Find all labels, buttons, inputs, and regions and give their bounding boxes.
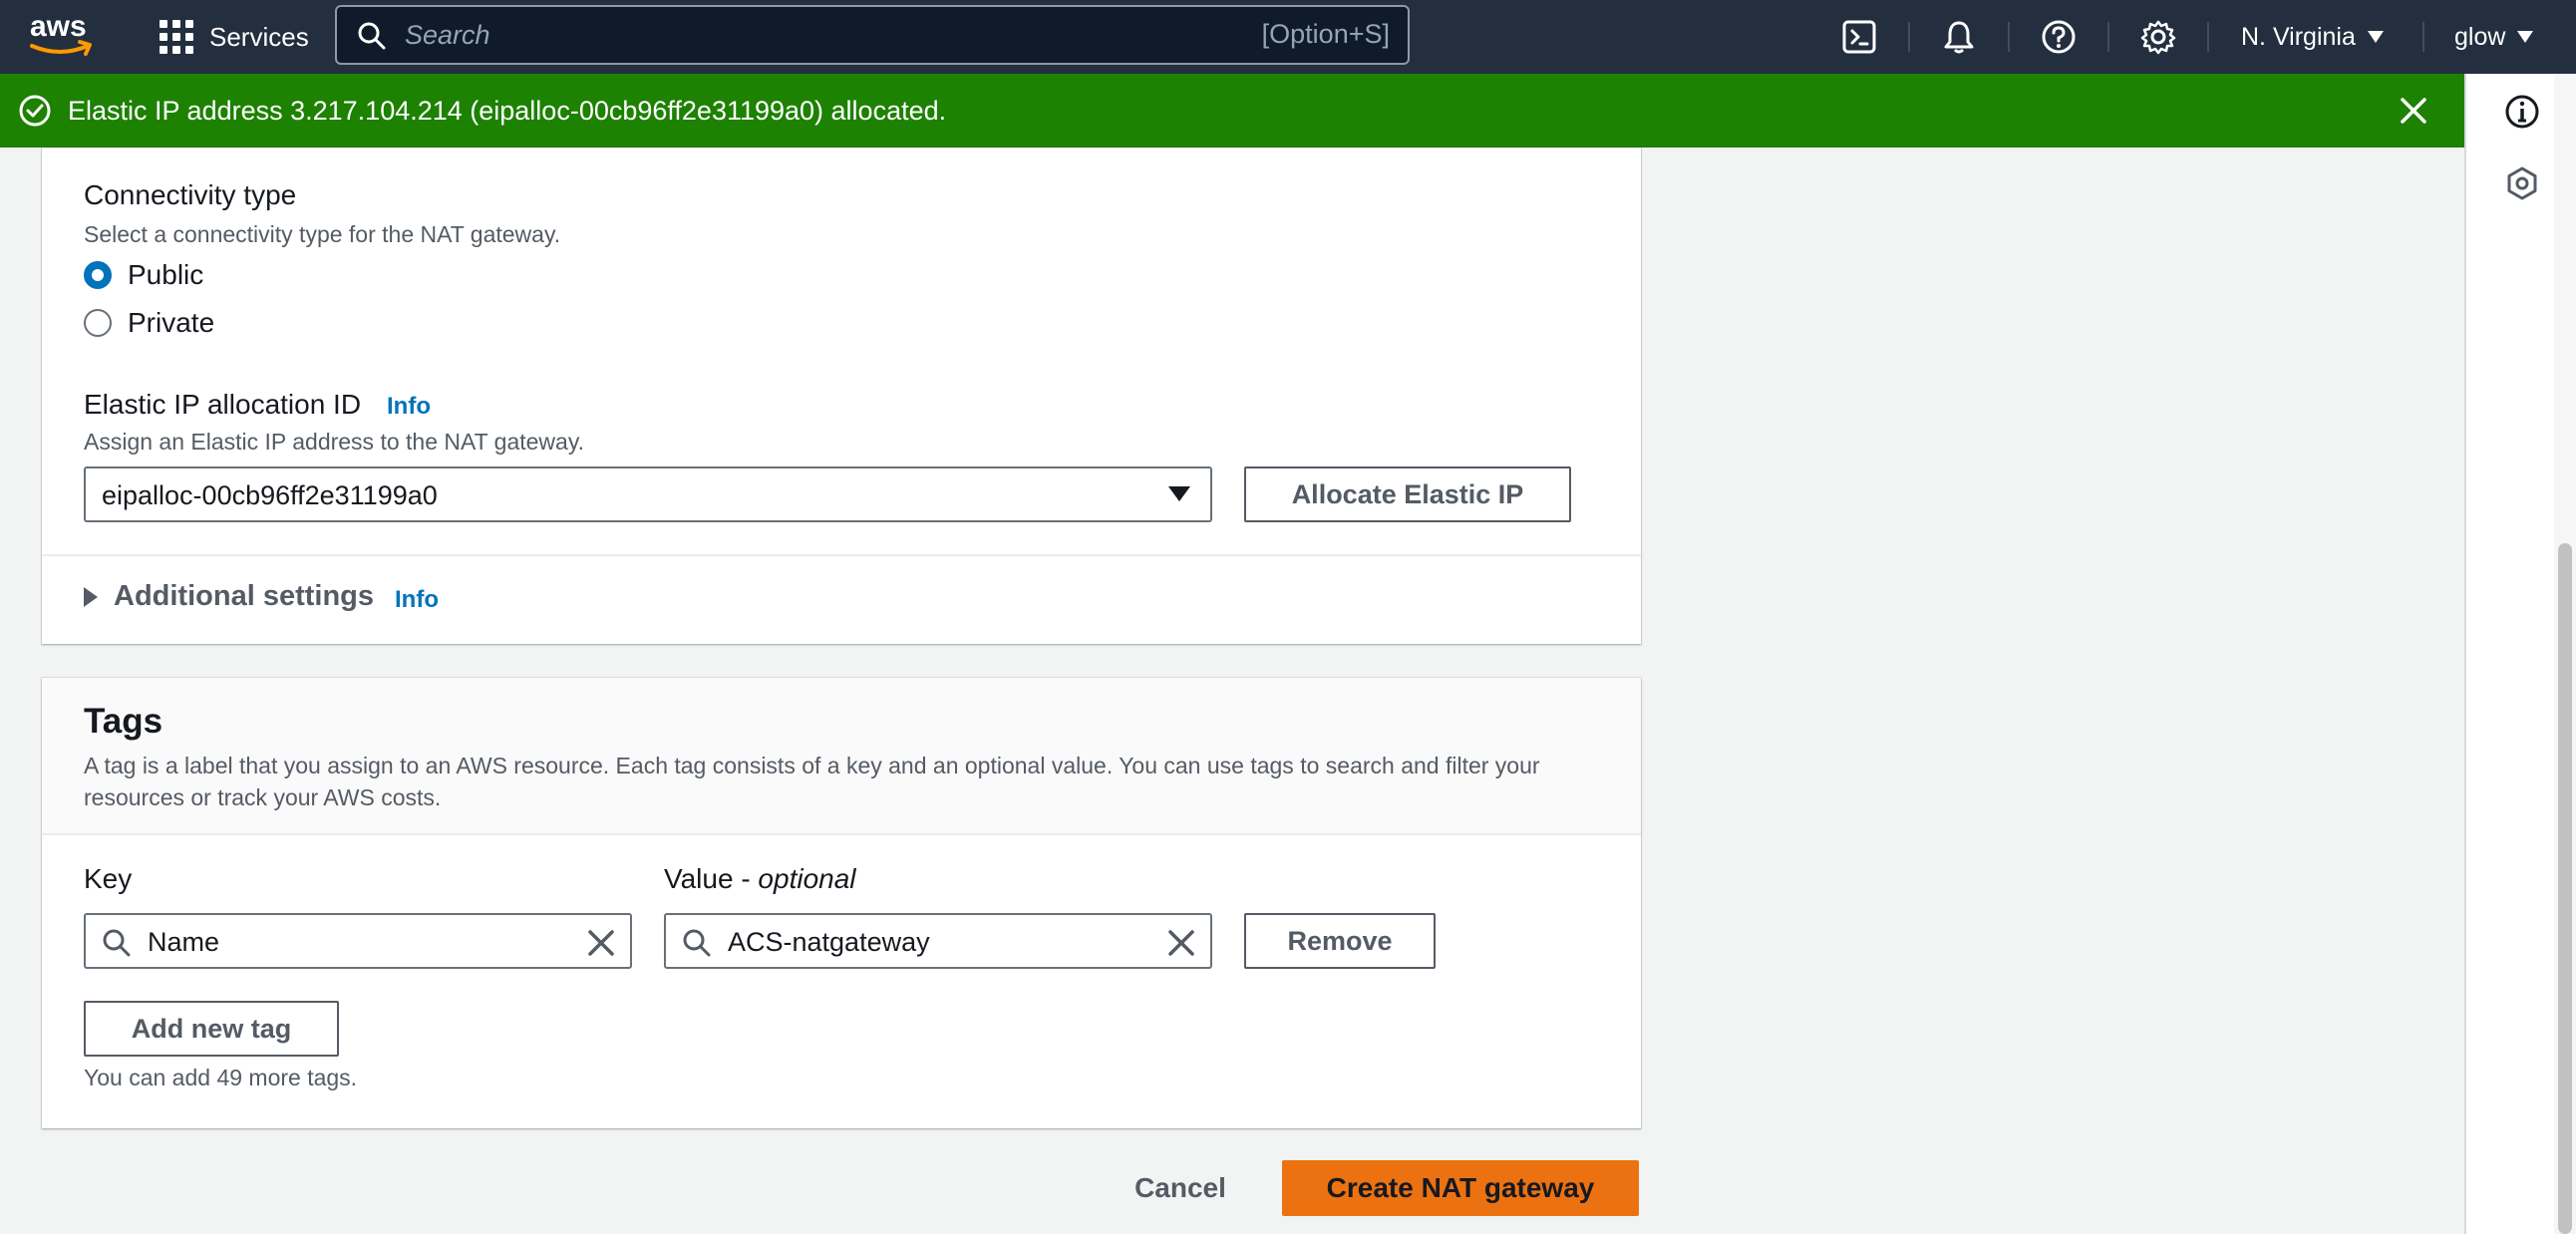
tags-description: A tag is a label that you assign to an A… xyxy=(84,753,1540,810)
info-circle-icon[interactable] xyxy=(2504,94,2540,135)
bell-icon[interactable] xyxy=(1936,14,1982,60)
search-icon xyxy=(357,21,387,56)
tags-title: Tags xyxy=(84,702,163,741)
additional-settings-label: Additional settings xyxy=(114,580,374,612)
radio-public[interactable]: Public xyxy=(84,259,203,291)
gear-icon[interactable] xyxy=(2135,14,2181,60)
success-flash-banner: Elastic IP address 3.217.104.214 (eipall… xyxy=(0,74,2464,148)
eip-allocation-description: Assign an Elastic IP address to the NAT … xyxy=(84,429,585,455)
close-icon[interactable] xyxy=(2397,94,2430,133)
search-icon xyxy=(102,928,132,963)
connectivity-type-label: Connectivity type xyxy=(84,179,297,210)
chevron-down-icon xyxy=(2517,31,2534,43)
radio-button-checked[interactable] xyxy=(84,261,112,289)
chevron-down-icon xyxy=(2367,31,2384,43)
allocate-elastic-ip-button[interactable]: Allocate Elastic IP xyxy=(1244,466,1571,522)
account-label: glow xyxy=(2454,22,2506,51)
tags-remaining-hint: You can add 49 more tags. xyxy=(84,1065,358,1090)
tag-value-label: Value - optional xyxy=(664,863,856,894)
clear-icon[interactable] xyxy=(586,928,616,963)
additional-settings-expander[interactable]: Additional settings xyxy=(84,580,374,613)
additional-settings-info-link[interactable]: Info xyxy=(395,586,439,614)
scrollbar-thumb[interactable] xyxy=(2558,543,2572,1234)
grid-icon xyxy=(160,20,193,54)
help-icon[interactable] xyxy=(2036,14,2082,60)
aws-logo-text: aws xyxy=(30,10,87,43)
eip-allocation-select[interactable]: eipalloc-00cb96ff2e31199a0 xyxy=(84,466,1212,522)
tag-key-label: Key xyxy=(84,863,133,894)
eip-allocation-label: Elastic IP allocation ID xyxy=(84,389,362,420)
search-input[interactable] xyxy=(405,15,1202,55)
tag-key-input[interactable] xyxy=(148,925,546,959)
search-shortcut-hint: [Option+S] xyxy=(1261,19,1390,49)
radio-private[interactable]: Private xyxy=(84,307,214,339)
remove-tag-button[interactable]: Remove xyxy=(1244,913,1436,969)
cancel-button[interactable]: Cancel xyxy=(1123,1160,1238,1216)
hexagon-icon[interactable] xyxy=(2504,165,2540,206)
caret-down-icon xyxy=(1168,486,1190,501)
account-menu[interactable]: glow xyxy=(2454,14,2534,60)
eip-info-link[interactable]: Info xyxy=(387,393,431,421)
radio-label-public: Public xyxy=(128,259,204,290)
global-search[interactable]: [Option+S] xyxy=(335,5,1410,65)
flash-message: Elastic IP address 3.217.104.214 (eipall… xyxy=(68,96,947,126)
region-selector[interactable]: N. Virginia xyxy=(2241,14,2384,60)
nat-gateway-settings-panel: Connectivity type Select a connectivity … xyxy=(42,148,1641,644)
connectivity-type-description: Select a connectivity type for the NAT g… xyxy=(84,221,561,247)
region-label: N. Virginia xyxy=(2241,22,2356,51)
services-menu-button[interactable]: Services xyxy=(160,14,309,60)
create-nat-gateway-button[interactable]: Create NAT gateway xyxy=(1282,1160,1639,1216)
aws-logo[interactable]: aws xyxy=(26,8,98,60)
tag-value-input[interactable] xyxy=(728,925,1127,959)
radio-label-private: Private xyxy=(128,307,215,338)
add-new-tag-button[interactable]: Add new tag xyxy=(84,1001,339,1057)
services-label: Services xyxy=(209,21,309,52)
tag-key-field[interactable] xyxy=(84,913,632,969)
tags-panel: Tags A tag is a label that you assign to… xyxy=(42,678,1641,1128)
clear-icon[interactable] xyxy=(1166,928,1196,963)
eip-selected-value: eipalloc-00cb96ff2e31199a0 xyxy=(102,480,438,510)
tag-value-field[interactable] xyxy=(664,913,1212,969)
radio-button[interactable] xyxy=(84,309,112,337)
caret-right-icon xyxy=(84,586,98,607)
tags-header: Tags A tag is a label that you assign to… xyxy=(42,678,1641,835)
cloudshell-icon[interactable] xyxy=(1836,14,1882,60)
search-icon xyxy=(682,928,712,963)
check-circle-icon xyxy=(18,94,52,133)
top-navigation: aws Services [Option+S] xyxy=(0,0,2576,74)
